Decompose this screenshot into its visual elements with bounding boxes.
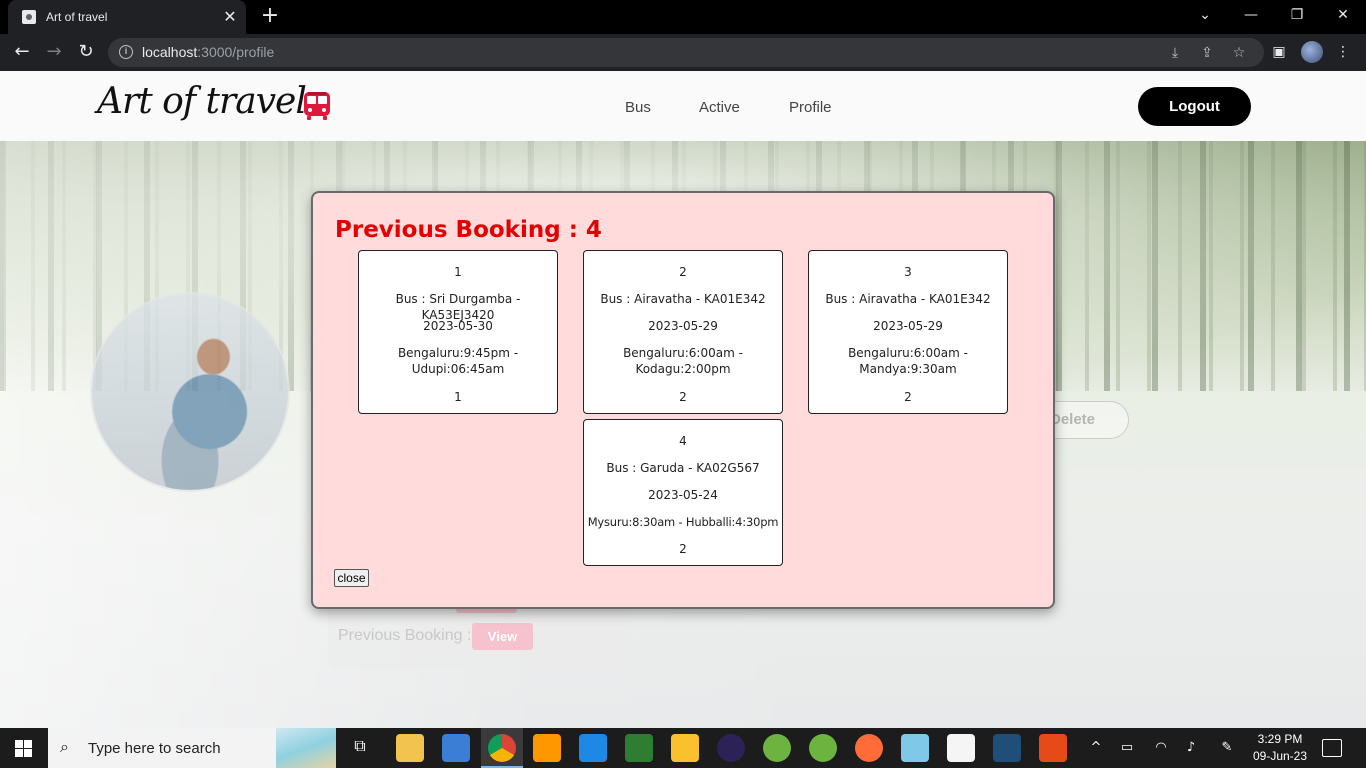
site-favicon-icon xyxy=(22,10,36,24)
tray-chevron-icon[interactable]: ^ xyxy=(1086,740,1106,756)
search-highlight-image xyxy=(276,728,336,768)
pen-icon[interactable]: ✎ xyxy=(1217,740,1237,756)
tab-close-icon[interactable]: ✕ xyxy=(222,9,238,25)
postman-icon[interactable] xyxy=(855,734,883,762)
booking-seats: 2 xyxy=(904,390,912,404)
booking-date: 2023-05-29 xyxy=(648,319,718,333)
tab-title: Art of travel xyxy=(46,10,108,24)
minimize-icon[interactable]: — xyxy=(1228,0,1274,30)
browser-tab[interactable]: Art of travel ✕ xyxy=(8,0,246,34)
nav-link-bus[interactable]: Bus xyxy=(625,99,651,116)
windows-taskbar: ⌕ Type here to search ⧉ ^ ▭ ◠ ♪ ✎ 3:29 P… xyxy=(0,728,1366,768)
bus-logo-icon xyxy=(304,92,330,120)
booking-route: Bengaluru:6:00am - Mandya:9:30am xyxy=(848,346,968,376)
volume-icon[interactable]: ♪ xyxy=(1181,740,1201,756)
battery-icon[interactable]: ▭ xyxy=(1117,740,1137,756)
install-icon[interactable]: ⤓ xyxy=(1166,44,1184,62)
booking-seats: 2 xyxy=(679,390,687,404)
mysql-workbench-icon[interactable] xyxy=(993,734,1021,762)
previous-booking-label: Previous Booking : xyxy=(338,627,472,644)
clock-time: 3:29 PM xyxy=(1257,732,1303,746)
taskbar-search[interactable]: ⌕ Type here to search xyxy=(48,728,336,768)
address-bar[interactable]: i localhost:3000/profile ⤓ ⇪ ☆ xyxy=(108,38,1264,67)
booking-index: 4 xyxy=(679,434,687,448)
share-icon[interactable]: ⇪ xyxy=(1198,44,1216,62)
back-icon[interactable]: ← xyxy=(10,41,34,65)
wifi-icon[interactable]: ◠ xyxy=(1151,740,1171,756)
spring-tools-2-icon[interactable] xyxy=(809,734,837,762)
search-placeholder: Type here to search xyxy=(88,740,221,757)
new-tab-button[interactable]: + xyxy=(260,5,280,27)
booking-bus: Bus : Airavatha - KA01E342 xyxy=(825,292,991,306)
chrome-menu-icon[interactable]: ⋮ xyxy=(1333,42,1353,62)
restore-icon[interactable]: ❐ xyxy=(1274,0,1320,30)
forward-icon[interactable]: → xyxy=(42,41,66,65)
side-panel-icon[interactable]: ▣ xyxy=(1269,42,1289,62)
booking-route: Mysuru:8:30am - Hubballi:4:30pm xyxy=(587,515,779,529)
microsoft-store-icon[interactable] xyxy=(442,734,470,762)
booking-bus: Bus : Airavatha - KA01E342 xyxy=(600,292,766,306)
search-icon: ⌕ xyxy=(60,737,69,756)
site-info-icon[interactable]: i xyxy=(119,45,133,59)
nav-link-active[interactable]: Active xyxy=(699,99,740,116)
notification-icon[interactable] xyxy=(1322,739,1342,757)
logout-button[interactable]: Logout xyxy=(1138,87,1251,126)
tab-search-icon[interactable]: ⌄ xyxy=(1182,0,1228,30)
browser-profile-avatar[interactable] xyxy=(1301,41,1323,63)
booking-card: 1 Bus : Sri Durgamba - KA53EJ3420 2023-0… xyxy=(358,250,558,414)
profile-avatar xyxy=(90,292,290,492)
booking-date: 2023-05-24 xyxy=(648,488,718,502)
booking-date: 2023-05-30 xyxy=(423,319,493,333)
sublime-text-icon[interactable] xyxy=(533,734,561,762)
booking-date: 2023-05-29 xyxy=(873,319,943,333)
chrome-icon[interactable] xyxy=(488,734,516,762)
reload-icon[interactable]: ↻ xyxy=(74,41,98,65)
paint-icon[interactable] xyxy=(947,734,975,762)
task-view-icon[interactable]: ⧉ xyxy=(350,738,370,754)
booking-seats: 1 xyxy=(454,390,462,404)
booking-route: Bengaluru:6:00am - Kodagu:2:00pm xyxy=(623,346,743,376)
page: Art of travel Bus Active Profile Logout … xyxy=(0,71,1366,728)
booking-bus: Bus : Garuda - KA02G567 xyxy=(606,461,760,475)
spring-tools-icon[interactable] xyxy=(763,734,791,762)
sticky-notes-icon[interactable] xyxy=(671,734,699,762)
url-text: localhost:3000/profile xyxy=(142,44,275,60)
calculator-plus-icon[interactable] xyxy=(625,734,653,762)
bookmark-star-icon[interactable]: ☆ xyxy=(1230,44,1248,62)
site-navbar: Art of travel Bus Active Profile Logout xyxy=(0,71,1366,141)
booking-index: 3 xyxy=(904,265,912,279)
booking-card: 3 Bus : Airavatha - KA01E342 2023-05-29 … xyxy=(808,250,1008,414)
modal-title: Previous Booking : 4 xyxy=(335,217,602,243)
brand-logo[interactable]: Art of travel xyxy=(97,81,307,122)
browser-tabstrip: Art of travel ✕ + ⌄ — ❐ ✕ xyxy=(0,0,1366,34)
taskbar-clock[interactable]: 3:29 PM 09-Jun-23 xyxy=(1250,731,1310,765)
clock-date: 09-Jun-23 xyxy=(1252,749,1308,763)
close-button[interactable]: close xyxy=(334,569,369,587)
vscode-icon[interactable] xyxy=(579,734,607,762)
booking-index: 1 xyxy=(454,265,462,279)
notepad-icon[interactable] xyxy=(901,734,929,762)
browser-toolbar: ← → ↻ i localhost:3000/profile ⤓ ⇪ ☆ ▣ ⋮ xyxy=(0,34,1366,71)
eclipse-icon[interactable] xyxy=(717,734,745,762)
git-icon[interactable] xyxy=(1039,734,1067,762)
booking-card: 4 Bus : Garuda - KA02G567 2023-05-24 Mys… xyxy=(583,419,783,566)
nav-link-profile[interactable]: Profile xyxy=(789,99,832,116)
file-explorer-icon[interactable] xyxy=(396,734,424,762)
booking-seats: 2 xyxy=(679,542,687,556)
booking-route: Bengaluru:9:45pm - Udupi:06:45am xyxy=(397,346,519,376)
windows-start-icon[interactable] xyxy=(15,740,32,757)
booking-card: 2 Bus : Airavatha - KA01E342 2023-05-29 … xyxy=(583,250,783,414)
previous-booking-modal: Previous Booking : 4 1 Bus : Sri Durgamb… xyxy=(311,191,1055,609)
view-button[interactable]: View xyxy=(472,623,533,650)
window-close-icon[interactable]: ✕ xyxy=(1320,0,1366,30)
booking-index: 2 xyxy=(679,265,687,279)
